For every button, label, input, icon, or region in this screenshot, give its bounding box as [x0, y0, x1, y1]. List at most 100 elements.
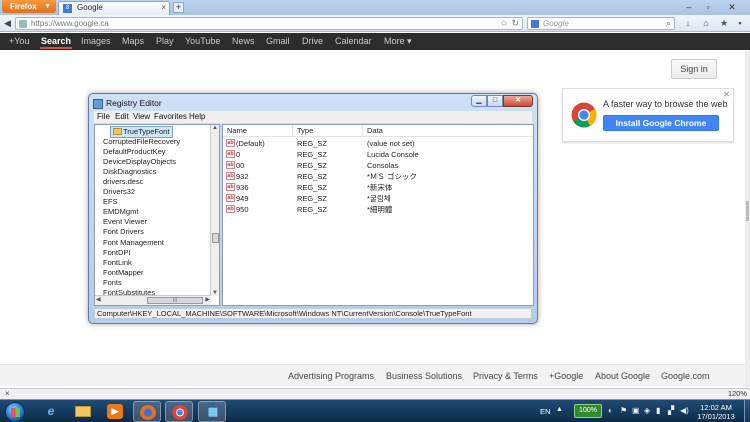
- column-name[interactable]: Name: [227, 126, 247, 135]
- footer-advertising[interactable]: Advertising Programs: [288, 371, 374, 381]
- url-bar[interactable]: https://www.google.ca ☆ ↻: [15, 17, 523, 30]
- tree-item[interactable]: DefaultProductKey: [103, 147, 166, 157]
- value-row[interactable]: ab 949 REG_SZ *굴림체: [223, 193, 533, 204]
- gbar-maps[interactable]: Maps: [122, 33, 144, 50]
- menu-favorites[interactable]: Favorites: [154, 111, 187, 123]
- tree-item[interactable]: FontMapper: [103, 268, 143, 278]
- show-hidden-icons-icon[interactable]: ▲: [556, 406, 563, 413]
- tray-security-icon[interactable]: ◈: [644, 406, 650, 415]
- regedit-minimize-icon[interactable]: ▁: [471, 95, 487, 107]
- tree-vertical-scrollbar[interactable]: ▲ ▼: [210, 125, 219, 296]
- tree-item[interactable]: Drivers32: [103, 187, 135, 197]
- gbar-calendar[interactable]: Calendar: [335, 33, 372, 50]
- addon-icon[interactable]: ▪: [734, 17, 746, 29]
- site-identity-icon[interactable]: [19, 20, 27, 28]
- gbar-drive[interactable]: Drive: [302, 33, 323, 50]
- taskbar-media-player[interactable]: ▶: [101, 401, 129, 422]
- column-type[interactable]: Type: [297, 126, 313, 135]
- footer-business[interactable]: Business Solutions: [386, 371, 462, 381]
- home-icon[interactable]: ⌂: [700, 17, 712, 29]
- back-arrow-icon[interactable]: ◀: [1, 17, 14, 29]
- scroll-thumb[interactable]: |||: [147, 297, 203, 304]
- gbar-you[interactable]: +You: [9, 33, 29, 50]
- scroll-up-icon[interactable]: ▲: [211, 125, 219, 131]
- addon-bar-close-icon[interactable]: ×: [5, 389, 10, 398]
- scroll-right-icon[interactable]: ▶: [205, 296, 210, 303]
- tree-item[interactable]: Fonts: [103, 278, 122, 288]
- restore-icon[interactable]: ▫: [699, 1, 717, 13]
- value-row[interactable]: ab 932 REG_SZ *ＭＳ ゴシック: [223, 171, 533, 182]
- tree-horizontal-scrollbar[interactable]: ◀ ||| ▶: [95, 295, 211, 305]
- firefox-menu-button[interactable]: Firefox ▼: [2, 0, 56, 13]
- menu-help[interactable]: Help: [189, 111, 205, 123]
- reload-icon[interactable]: ↻: [511, 18, 519, 29]
- regedit-maximize-icon[interactable]: □: [487, 95, 503, 107]
- gbar-youtube[interactable]: YouTube: [185, 33, 220, 50]
- menu-file[interactable]: File: [97, 111, 110, 123]
- power-icon[interactable]: ▮: [656, 406, 660, 415]
- show-desktop-button[interactable]: [744, 400, 750, 422]
- scroll-thumb[interactable]: [212, 233, 219, 243]
- close-window-icon[interactable]: ✕: [718, 1, 746, 13]
- bookmark-star-icon[interactable]: ☆: [500, 18, 508, 29]
- value-row[interactable]: ab (Default) REG_SZ (value not set): [223, 138, 533, 149]
- menu-view[interactable]: View: [133, 111, 150, 123]
- taskbar-internet-explorer[interactable]: e: [37, 401, 65, 422]
- network-signal-icon[interactable]: ▞: [668, 406, 674, 415]
- zoom-level[interactable]: 120%: [728, 389, 747, 398]
- install-chrome-button[interactable]: Install Google Chrome: [603, 115, 719, 131]
- search-engine-icon[interactable]: [531, 20, 539, 28]
- battery-meter[interactable]: 100%: [574, 404, 602, 418]
- gbar-more[interactable]: More ▾: [384, 33, 412, 50]
- scroll-left-icon[interactable]: ◀: [96, 296, 101, 303]
- tree-item[interactable]: FontDPI: [103, 248, 131, 258]
- new-tab-button[interactable]: +: [173, 2, 184, 13]
- value-row[interactable]: ab 00 REG_SZ Consolas: [223, 160, 533, 171]
- value-row[interactable]: ab 950 REG_SZ *細明體: [223, 204, 533, 215]
- tree-item[interactable]: CorruptedFileRecovery: [103, 137, 180, 147]
- taskbar-clock[interactable]: 12:02 AM 17/01/2013: [692, 403, 740, 421]
- tray-utility-icon[interactable]: ▣: [632, 406, 640, 415]
- language-indicator[interactable]: EN: [540, 407, 550, 416]
- search-icon[interactable]: ⌕: [666, 18, 671, 29]
- taskbar-explorer[interactable]: [69, 401, 97, 422]
- page-scrollbar[interactable]: [745, 51, 750, 387]
- promo-close-icon[interactable]: ✕: [723, 90, 730, 99]
- tree-item[interactable]: Font Management: [103, 238, 164, 248]
- start-button[interactable]: [5, 402, 25, 422]
- taskbar-chrome[interactable]: [165, 401, 193, 422]
- tab-close-icon[interactable]: ×: [161, 2, 166, 14]
- gbar-images[interactable]: Images: [81, 33, 111, 50]
- bookmarks-icon[interactable]: ★: [718, 17, 730, 29]
- values-list[interactable]: Name Type Data ab (Default) REG_SZ (valu…: [222, 124, 534, 306]
- tree-item[interactable]: FontLink: [103, 258, 132, 268]
- footer-google-com[interactable]: Google.com: [661, 371, 710, 381]
- tree-item[interactable]: EMDMgmt: [103, 207, 138, 217]
- column-data[interactable]: Data: [367, 126, 383, 135]
- footer-plus-google[interactable]: +Google: [549, 371, 583, 381]
- taskbar-firefox[interactable]: [133, 401, 161, 422]
- tray-app-icon[interactable]: ◐: [608, 406, 613, 415]
- registry-tree[interactable]: TrueTypeFont CorruptedFileRecovery Defau…: [94, 124, 220, 306]
- regedit-close-icon[interactable]: ✕: [503, 95, 533, 107]
- tree-item[interactable]: Event Viewer: [103, 217, 147, 227]
- tab-google[interactable]: 8 Google ×: [58, 1, 170, 15]
- gbar-play[interactable]: Play: [156, 33, 174, 50]
- footer-about[interactable]: About Google: [595, 371, 650, 381]
- gbar-news[interactable]: News: [232, 33, 255, 50]
- menu-edit[interactable]: Edit: [115, 111, 129, 123]
- footer-privacy[interactable]: Privacy & Terms: [473, 371, 538, 381]
- volume-icon[interactable]: ◀): [680, 406, 689, 415]
- value-row[interactable]: ab 936 REG_SZ *新宋体: [223, 182, 533, 193]
- tree-item[interactable]: DeviceDisplayObjects: [103, 157, 176, 167]
- search-bar[interactable]: Google ⌕: [527, 17, 675, 30]
- page-scroll-thumb[interactable]: [746, 201, 749, 221]
- taskbar-registry-editor[interactable]: ▦: [198, 401, 226, 422]
- tree-item[interactable]: DiskDiagnostics: [103, 167, 156, 177]
- minimize-icon[interactable]: –: [680, 1, 698, 13]
- gbar-gmail[interactable]: Gmail: [266, 33, 290, 50]
- scroll-down-icon[interactable]: ▼: [211, 290, 219, 296]
- tree-item[interactable]: EFS: [103, 197, 118, 207]
- value-row[interactable]: ab 0 REG_SZ Lucida Console: [223, 149, 533, 160]
- tree-item[interactable]: drivers.desc: [103, 177, 143, 187]
